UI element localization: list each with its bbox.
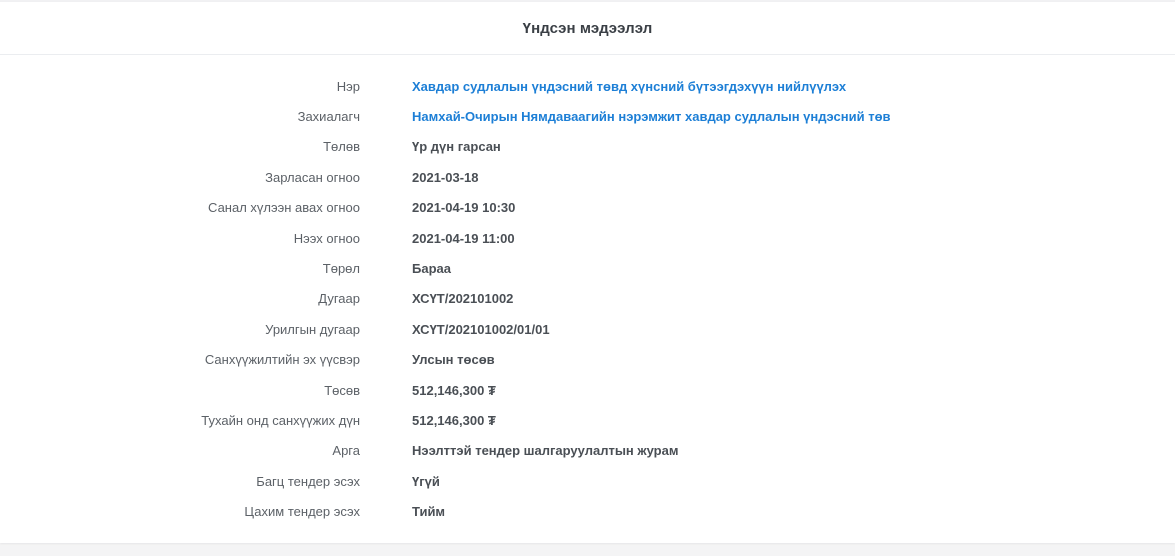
method-value: Нээлттэй тендер шалгаруулалтын журам: [412, 443, 679, 459]
detail-label: Урилгын дугаар: [265, 321, 360, 337]
detail-row-annual-funding: Тухайн онд санхүүжих дүн 512,146,300 ₮: [0, 405, 1175, 435]
detail-row-name: Нэр Хавдар судлалын үндэсний төвд хүнсни…: [0, 71, 1175, 101]
detail-label: Захиалагч: [297, 109, 360, 125]
tender-number-value: ХСҮТ/202101002: [412, 291, 514, 307]
detail-label: Төрөл: [322, 261, 360, 277]
panel-header: Үндсэн мэдээлэл: [0, 2, 1175, 55]
tender-name-link[interactable]: Хавдар судлалын үндэсний төвд хүнсний бү…: [412, 79, 846, 94]
detail-row-funding-source: Санхүүжилтийн эх үүсвэр Улсын төсөв: [0, 345, 1175, 375]
detail-label: Арга: [332, 443, 360, 459]
detail-label: Төлөв: [323, 139, 360, 155]
detail-label: Нээх огноо: [293, 230, 360, 246]
detail-label: Цахим тендер эсэх: [244, 504, 360, 520]
funding-source-value: Улсын төсөв: [412, 352, 495, 368]
detail-row-status: Төлөв Үр дүн гарсан: [0, 132, 1175, 162]
package-tender-value: Үгүй: [412, 473, 440, 489]
detail-row-customer: Захиалагч Намхай-Очирын Нямдаваагийн нэр…: [0, 101, 1175, 131]
invitation-number-value: ХСҮТ/202101002/01/01: [412, 321, 550, 337]
detail-row-e-tender: Цахим тендер эсэх Тийм: [0, 496, 1175, 526]
announced-date-value: 2021-03-18: [412, 169, 479, 185]
detail-row-number: Дугаар ХСҮТ/202101002: [0, 284, 1175, 314]
opening-date-value: 2021-04-19 11:00: [412, 230, 515, 246]
customer-link[interactable]: Намхай-Очирын Нямдаваагийн нэрэмжит хавд…: [412, 109, 891, 124]
e-tender-value: Тийм: [412, 504, 446, 520]
detail-label: Тухайн онд санхүүжих дүн: [201, 412, 360, 428]
detail-label: Нэр: [336, 78, 360, 94]
type-value: Бараа: [412, 261, 451, 277]
detail-label: Зарласан огноо: [265, 169, 360, 185]
detail-label: Санал хүлээн авах огноо: [208, 200, 360, 216]
detail-row-opening-date: Нээх огноо 2021-04-19 11:00: [0, 223, 1175, 253]
detail-row-budget: Төсөв 512,146,300 ₮: [0, 375, 1175, 405]
detail-label: Дугаар: [318, 291, 360, 307]
detail-row-type: Төрөл Бараа: [0, 253, 1175, 283]
detail-label: Санхүүжилтийн эх үүсвэр: [204, 352, 360, 368]
budget-value: 512,146,300 ₮: [412, 382, 496, 398]
detail-row-package-tender: Багц тендер эсэх Үгүй: [0, 466, 1175, 496]
detail-row-bid-deadline: Санал хүлээн авах огноо 2021-04-19 10:30: [0, 193, 1175, 223]
detail-row-method: Арга Нээлттэй тендер шалгаруулалтын жура…: [0, 436, 1175, 466]
detail-row-announced-date: Зарласан огноо 2021-03-18: [0, 162, 1175, 192]
annual-funding-value: 512,146,300 ₮: [412, 412, 496, 428]
detail-label: Багц тендер эсэх: [256, 473, 360, 489]
bid-deadline-value: 2021-04-19 10:30: [412, 200, 516, 216]
status-value: Үр дүн гарсан: [412, 139, 501, 155]
details-list: Нэр Хавдар судлалын үндэсний төвд хүнсни…: [0, 71, 1175, 527]
panel-title: Үндсэн мэдээлэл: [522, 19, 653, 37]
basic-info-panel: Үндсэн мэдээлэл Нэр Хавдар судлалын үндэ…: [0, 2, 1175, 543]
detail-row-invitation-number: Урилгын дугаар ХСҮТ/202101002/01/01: [0, 314, 1175, 344]
detail-label: Төсөв: [324, 382, 360, 398]
